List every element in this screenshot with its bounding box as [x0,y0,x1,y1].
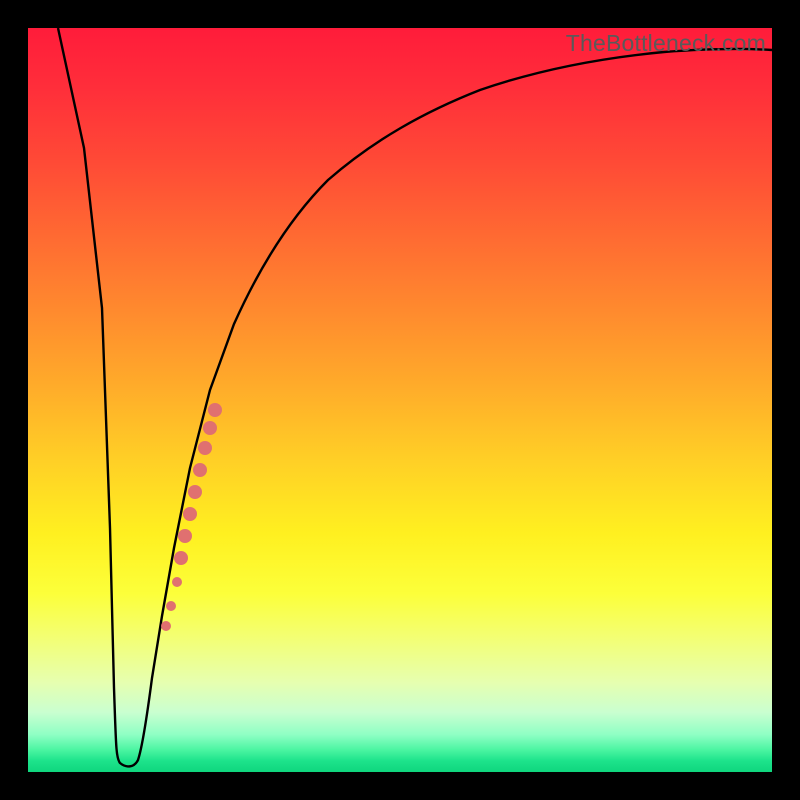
curve-layer [28,28,772,772]
marker-dot [188,485,202,499]
highlight-markers [161,403,222,631]
marker-dot [178,529,192,543]
bottleneck-curve [58,28,772,766]
marker-dot [183,507,197,521]
marker-dot [193,463,207,477]
plot-area: TheBottleneck.com [28,28,772,772]
marker-dot [198,441,212,455]
watermark-text: TheBottleneck.com [566,30,766,57]
marker-dot [208,403,222,417]
marker-dot [166,601,176,611]
marker-dot [172,577,182,587]
marker-dot [161,621,171,631]
marker-dot [174,551,188,565]
marker-dot [203,421,217,435]
chart-frame: TheBottleneck.com [0,0,800,800]
